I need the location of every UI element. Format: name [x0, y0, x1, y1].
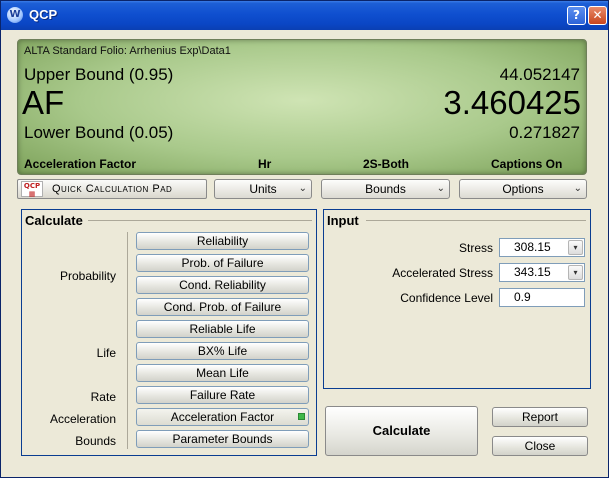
qcp-logo-text: QCP [23, 182, 41, 190]
cond-reliability-button[interactable]: Cond. Reliability [136, 276, 309, 294]
window-title: QCP [29, 7, 58, 22]
group-divider [366, 220, 586, 221]
category-life: Life [96, 346, 116, 360]
confidence-level-value: 0.9 [514, 290, 531, 304]
category-bounds: Bounds [75, 434, 116, 448]
help-button[interactable]: ? [567, 6, 586, 25]
input-group-title: Input [327, 213, 359, 228]
close-button[interactable]: Close [492, 436, 588, 456]
upper-bound-value: 44.052147 [499, 65, 580, 84]
qcp-window: W QCP ? ✕ ALTA Standard Folio: Arrhenius… [0, 0, 609, 478]
stress-field[interactable]: 308.15 ▾ [499, 238, 585, 257]
folio-path: ALTA Standard Folio: Arrhenius Exp\Data1 [24, 45, 231, 57]
status-bounds: 2S-Both [363, 157, 409, 171]
accelerated-stress-label: Accelerated Stress [392, 266, 493, 280]
close-window-button[interactable]: ✕ [588, 6, 607, 25]
status-calculation-type: Acceleration Factor [24, 157, 137, 171]
units-label: Units [249, 182, 277, 196]
results-display: ALTA Standard Folio: Arrhenius Exp\Data1… [17, 39, 587, 175]
qcp-logo-icon: QCP ▦ [21, 181, 43, 198]
units-dropdown[interactable]: Units ⌄ [214, 179, 312, 199]
group-divider [88, 220, 312, 221]
acceleration-factor-button[interactable]: Acceleration Factor [136, 408, 309, 426]
category-acceleration: Acceleration [49, 412, 116, 426]
status-captions: Captions On [491, 157, 563, 171]
selected-indicator-icon [298, 413, 305, 420]
upper-bound-label: Upper Bound (0.95) [24, 65, 174, 84]
accelerated-stress-field[interactable]: 343.15 ▾ [499, 263, 585, 282]
confidence-level-label: Confidence Level [400, 291, 493, 305]
options-dropdown[interactable]: Options ⌄ [459, 179, 587, 199]
lower-bound-value: 0.271827 [509, 123, 580, 142]
prob-of-failure-button[interactable]: Prob. of Failure [136, 254, 309, 272]
category-probability: Probability [59, 269, 116, 283]
reliability-button[interactable]: Reliability [136, 232, 309, 250]
status-units: Hr [258, 157, 272, 171]
chevron-down-icon[interactable]: ▾ [568, 265, 583, 280]
calculate-button[interactable]: Calculate [325, 406, 478, 456]
acceleration-factor-label: Acceleration Factor [170, 410, 275, 424]
parameter-bounds-button[interactable]: Parameter Bounds [136, 430, 309, 448]
chevron-down-icon[interactable]: ▾ [568, 240, 583, 255]
lower-bound-label: Lower Bound (0.05) [24, 123, 174, 142]
cond-prob-of-failure-button[interactable]: Cond. Prob. of Failure [136, 298, 309, 316]
accelerated-stress-value: 343.15 [514, 265, 551, 279]
title-bar[interactable]: W QCP ? ✕ [1, 1, 608, 30]
quick-calculation-pad-label: Quick Calculation Pad [52, 183, 173, 195]
bounds-dropdown[interactable]: Bounds ⌄ [321, 179, 450, 199]
failure-rate-button[interactable]: Failure Rate [136, 386, 309, 404]
stress-value: 308.15 [514, 240, 551, 254]
category-divider [127, 232, 128, 449]
report-button[interactable]: Report [492, 407, 588, 427]
qcp-logo-grid: ▦ [28, 190, 36, 198]
bounds-label: Bounds [365, 182, 406, 196]
chevron-down-icon: ⌄ [298, 183, 307, 194]
quick-calculation-pad-button[interactable]: QCP ▦ Quick Calculation Pad [17, 179, 207, 199]
chevron-down-icon: ⌄ [436, 183, 445, 194]
mean-life-button[interactable]: Mean Life [136, 364, 309, 382]
app-icon: W [7, 7, 23, 23]
result-label: AF [22, 84, 65, 121]
bx-life-button[interactable]: BX% Life [136, 342, 309, 360]
reliable-life-button[interactable]: Reliable Life [136, 320, 309, 338]
calculate-group-title: Calculate [25, 213, 83, 228]
confidence-level-field[interactable]: 0.9 [499, 288, 585, 307]
options-label: Options [502, 182, 544, 196]
stress-label: Stress [458, 241, 493, 255]
category-rate: Rate [90, 390, 116, 404]
result-value: 3.460425 [443, 84, 581, 121]
chevron-down-icon: ⌄ [573, 183, 582, 194]
